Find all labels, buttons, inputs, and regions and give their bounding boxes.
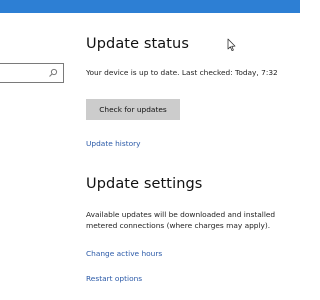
search-input[interactable]: [0, 63, 64, 83]
settings-window: Update status Your device is up to date.…: [0, 0, 300, 300]
title-bar[interactable]: [0, 0, 300, 13]
search-icon[interactable]: [48, 68, 58, 78]
restart-options-link[interactable]: Restart options: [86, 274, 142, 283]
left-navigation-pane: [0, 13, 72, 300]
change-active-hours-link[interactable]: Change active hours: [86, 249, 162, 258]
update-settings-heading: Update settings: [86, 176, 203, 192]
update-history-link[interactable]: Update history: [86, 139, 141, 148]
update-settings-description-line-1: Available updates will be downloaded and…: [86, 210, 276, 219]
windows-update-content: Update status Your device is up to date.…: [86, 13, 300, 300]
update-status-heading: Update status: [86, 36, 189, 52]
mouse-cursor-icon: [227, 38, 236, 51]
check-for-updates-button[interactable]: Check for updates: [86, 99, 180, 120]
update-status-text: Your device is up to date. Last checked:…: [86, 68, 278, 77]
update-settings-description: Available updates will be downloaded and…: [86, 209, 300, 231]
update-settings-description-line-2: metered connections (where charges may a…: [86, 221, 271, 230]
